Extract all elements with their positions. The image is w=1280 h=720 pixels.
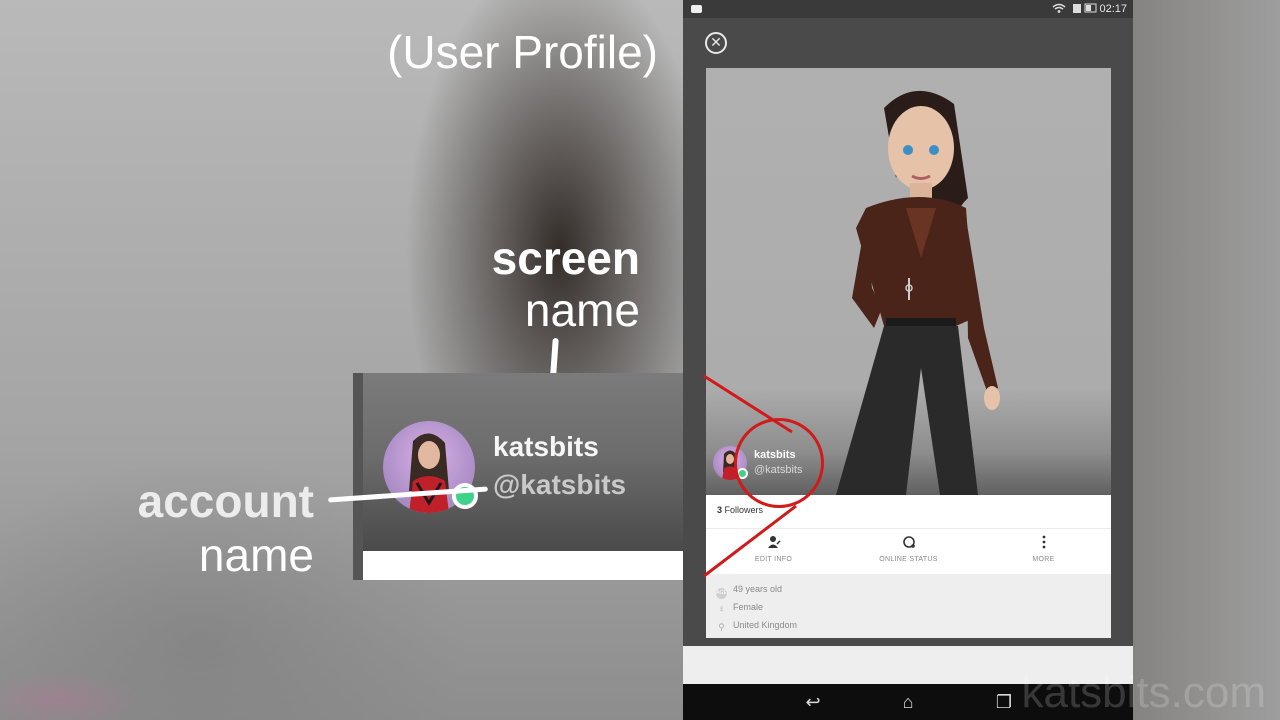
zoom-screen-name: katsbits <box>493 431 599 462</box>
info-gender: ♀ Female <box>716 602 763 615</box>
wifi-battery-icon <box>1052 3 1097 13</box>
status-refresh-icon <box>901 535 917 551</box>
notification-icon <box>691 5 702 13</box>
info-location-text: United Kingdom <box>733 620 798 630</box>
status-icons <box>1051 2 1097 17</box>
page-title: (User Profile) <box>387 26 658 78</box>
back-icon[interactable]: ↩ <box>801 690 825 714</box>
info-location: ⚲ United Kingdom <box>716 620 797 633</box>
screen-name-annotation-bold: screen <box>491 232 640 284</box>
screen-name-annotation: screen name <box>440 232 640 336</box>
status-time: 02:17 <box>1099 3 1127 15</box>
screen-name-annotation-rest: name <box>524 284 640 336</box>
status-bar: 02:17 <box>683 0 1133 18</box>
more-vertical-icon <box>1036 535 1052 551</box>
background-blur <box>0 0 683 720</box>
zoom-detail-panel: katsbits @katsbits <box>353 373 704 580</box>
recent-apps-icon[interactable]: ❐ <box>992 690 1016 714</box>
highlight-connectors <box>703 374 797 578</box>
more-button[interactable]: MORE <box>976 530 1111 574</box>
account-name-annotation-rest: name <box>198 529 314 581</box>
watermark: katsbits.com <box>1021 668 1266 717</box>
more-label: MORE <box>1032 556 1055 563</box>
location-icon: ⚲ <box>718 622 725 632</box>
online-status-button[interactable]: ONLINE STATUS <box>841 530 976 574</box>
gender-icon: ♀ <box>717 604 726 615</box>
account-name-annotation-bold: account <box>137 475 314 527</box>
info-gender-text: Female <box>733 602 764 612</box>
home-icon[interactable]: ⌂ <box>896 690 920 714</box>
zoom-account-name: @katsbits <box>493 469 627 500</box>
account-name-annotation: account name <box>100 474 314 582</box>
online-status-label: ONLINE STATUS <box>879 556 938 563</box>
close-icon[interactable]: ✕ <box>705 32 727 54</box>
phone-screen: 02:17 ✕ katsbits @katsbits 3 Followers E… <box>683 0 1133 720</box>
background-blur-accent <box>0 640 220 720</box>
